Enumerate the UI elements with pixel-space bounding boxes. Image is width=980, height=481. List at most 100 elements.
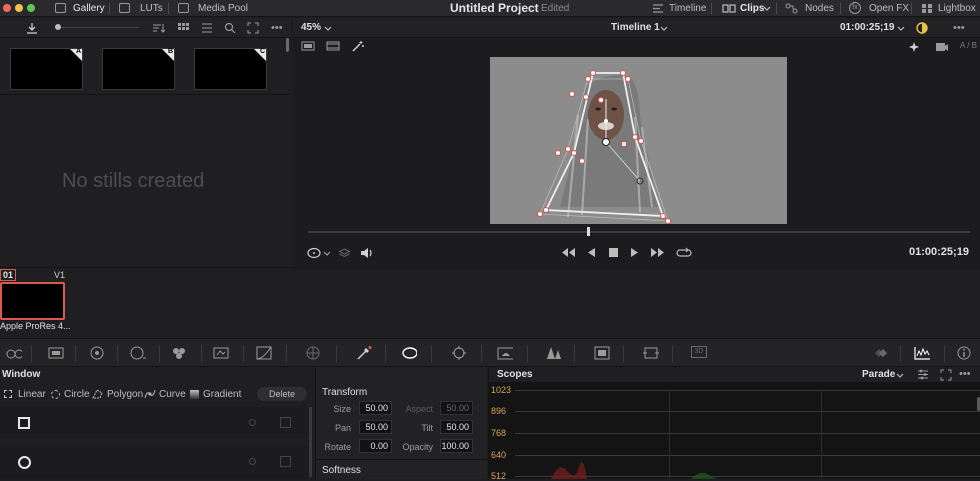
more-options-icon[interactable]: ••• [953,22,965,34]
play-icon[interactable] [630,247,639,258]
color-warper-icon[interactable] [305,346,321,360]
expand-icon[interactable] [247,22,259,34]
more-options-icon[interactable]: ••• [271,22,283,34]
linear-window-button[interactable]: Linear [18,389,46,400]
list-view-icon[interactable] [201,22,213,34]
luts-tab[interactable]: LUTs [140,0,163,17]
playhead[interactable] [587,227,590,236]
scrub-bar[interactable] [308,231,970,233]
stop-icon[interactable] [609,248,618,257]
chevron-down-icon[interactable] [763,6,771,11]
window-tool-icon[interactable] [401,346,417,360]
motion-effects-icon[interactable] [213,346,229,360]
blur-icon[interactable] [546,346,562,360]
window-row[interactable] [0,407,310,439]
single-viewer-icon[interactable] [301,41,315,51]
window-enable-checkbox[interactable] [280,417,291,428]
rgb-mixer-icon[interactable] [171,346,187,360]
loop-icon[interactable] [676,246,692,259]
3d-icon[interactable]: 3D [691,346,707,358]
window-invert-toggle[interactable] [249,458,256,465]
scope-settings-icon[interactable] [917,369,929,380]
reverse-play-icon[interactable] [587,247,596,258]
viewer-frame[interactable] [490,57,787,224]
camera-icon[interactable] [935,41,948,52]
more-options-icon[interactable]: ••• [959,368,971,380]
curves-icon[interactable] [256,346,272,360]
clips-toggle[interactable]: Clips [740,0,764,17]
zoom-level[interactable]: 45% [301,22,321,33]
window-enable-checkbox[interactable] [280,456,291,467]
go-to-last-frame-icon[interactable] [650,247,665,258]
layers-icon[interactable] [338,247,351,259]
curve-window-button[interactable]: Curve [159,389,186,400]
magic-wand-icon[interactable] [351,40,365,52]
info-icon[interactable] [957,346,973,360]
maximize-window-button[interactable] [27,4,35,12]
thumb-size-slider[interactable] [61,27,139,28]
square-window-icon[interactable] [18,417,30,429]
key-icon[interactable] [594,346,610,360]
expand-icon[interactable] [940,369,952,381]
scopes-icon[interactable] [914,346,930,360]
chevron-down-icon[interactable] [897,26,905,31]
sort-icon[interactable] [152,22,165,34]
still-album[interactable]: C [194,48,267,90]
aspect-field[interactable]: 50.00 [440,401,473,415]
gallery-scrollbar[interactable] [286,38,289,52]
window-shape-icon[interactable] [306,246,322,260]
circle-window-button[interactable]: Circle [64,389,90,400]
chevron-down-icon[interactable] [323,251,331,256]
size-field[interactable]: 50.00 [359,401,392,415]
split-screen-label[interactable]: A / B [960,41,977,50]
chevron-down-icon[interactable] [896,373,904,378]
qualifier-eyedropper-icon[interactable] [356,346,372,360]
timeline-name[interactable]: Timeline 1 [611,22,660,33]
delete-button[interactable]: Delete [257,387,307,401]
gradient-window-button[interactable]: Gradient [203,389,241,400]
polygon-window-button[interactable]: Polygon [107,389,143,400]
keyframes-icon[interactable] [874,346,890,360]
open-fx-toggle[interactable]: Open FX [869,0,909,17]
tilt-label: Tilt [421,423,433,433]
camera-raw-icon[interactable] [6,346,22,360]
gallery-tab[interactable]: Gallery [73,0,105,17]
hdr-wheels-icon[interactable] [130,346,146,360]
grid-view-icon[interactable] [177,22,189,34]
circle-window-icon[interactable] [18,456,31,469]
color-highlight-icon[interactable] [915,21,929,35]
timeline-toggle[interactable]: Timeline [669,0,706,17]
speaker-icon[interactable] [360,247,374,259]
chevron-down-icon[interactable] [324,26,332,31]
grab-still-icon[interactable] [26,22,38,34]
divider [75,345,76,362]
divider [243,345,244,362]
clip-thumbnail[interactable] [0,282,65,320]
window-invert-toggle[interactable] [249,419,256,426]
sizing-icon[interactable] [643,346,659,360]
current-timecode: 01:00:25;19 [909,246,969,258]
close-window-button[interactable] [3,4,11,12]
tilt-field[interactable]: 50.00 [440,420,473,434]
nodes-toggle[interactable]: Nodes [805,0,834,17]
chevron-down-icon[interactable] [660,26,668,31]
scope-mode-select[interactable]: Parade [862,369,895,380]
rotate-field[interactable]: 0.00 [359,439,392,453]
tracker-icon[interactable] [451,346,467,360]
magic-mask-icon[interactable] [497,346,513,360]
sparkle-icon[interactable] [908,41,921,53]
luts-icon [119,3,130,13]
search-icon[interactable] [224,22,236,34]
still-album[interactable]: B [102,48,175,90]
minimize-window-button[interactable] [15,4,23,12]
color-wheels-icon[interactable] [89,346,105,360]
go-to-first-frame-icon[interactable] [561,247,576,258]
window-row[interactable] [0,446,310,478]
color-match-icon[interactable] [48,346,64,360]
still-album[interactable]: A [10,48,83,90]
opacity-field[interactable]: 100.00 [440,439,473,453]
media-pool-tab[interactable]: Media Pool [198,0,248,17]
pan-field[interactable]: 50.00 [359,420,392,434]
lightbox-toggle[interactable]: Lightbox [938,0,976,17]
filmstrip-icon[interactable] [326,41,340,51]
